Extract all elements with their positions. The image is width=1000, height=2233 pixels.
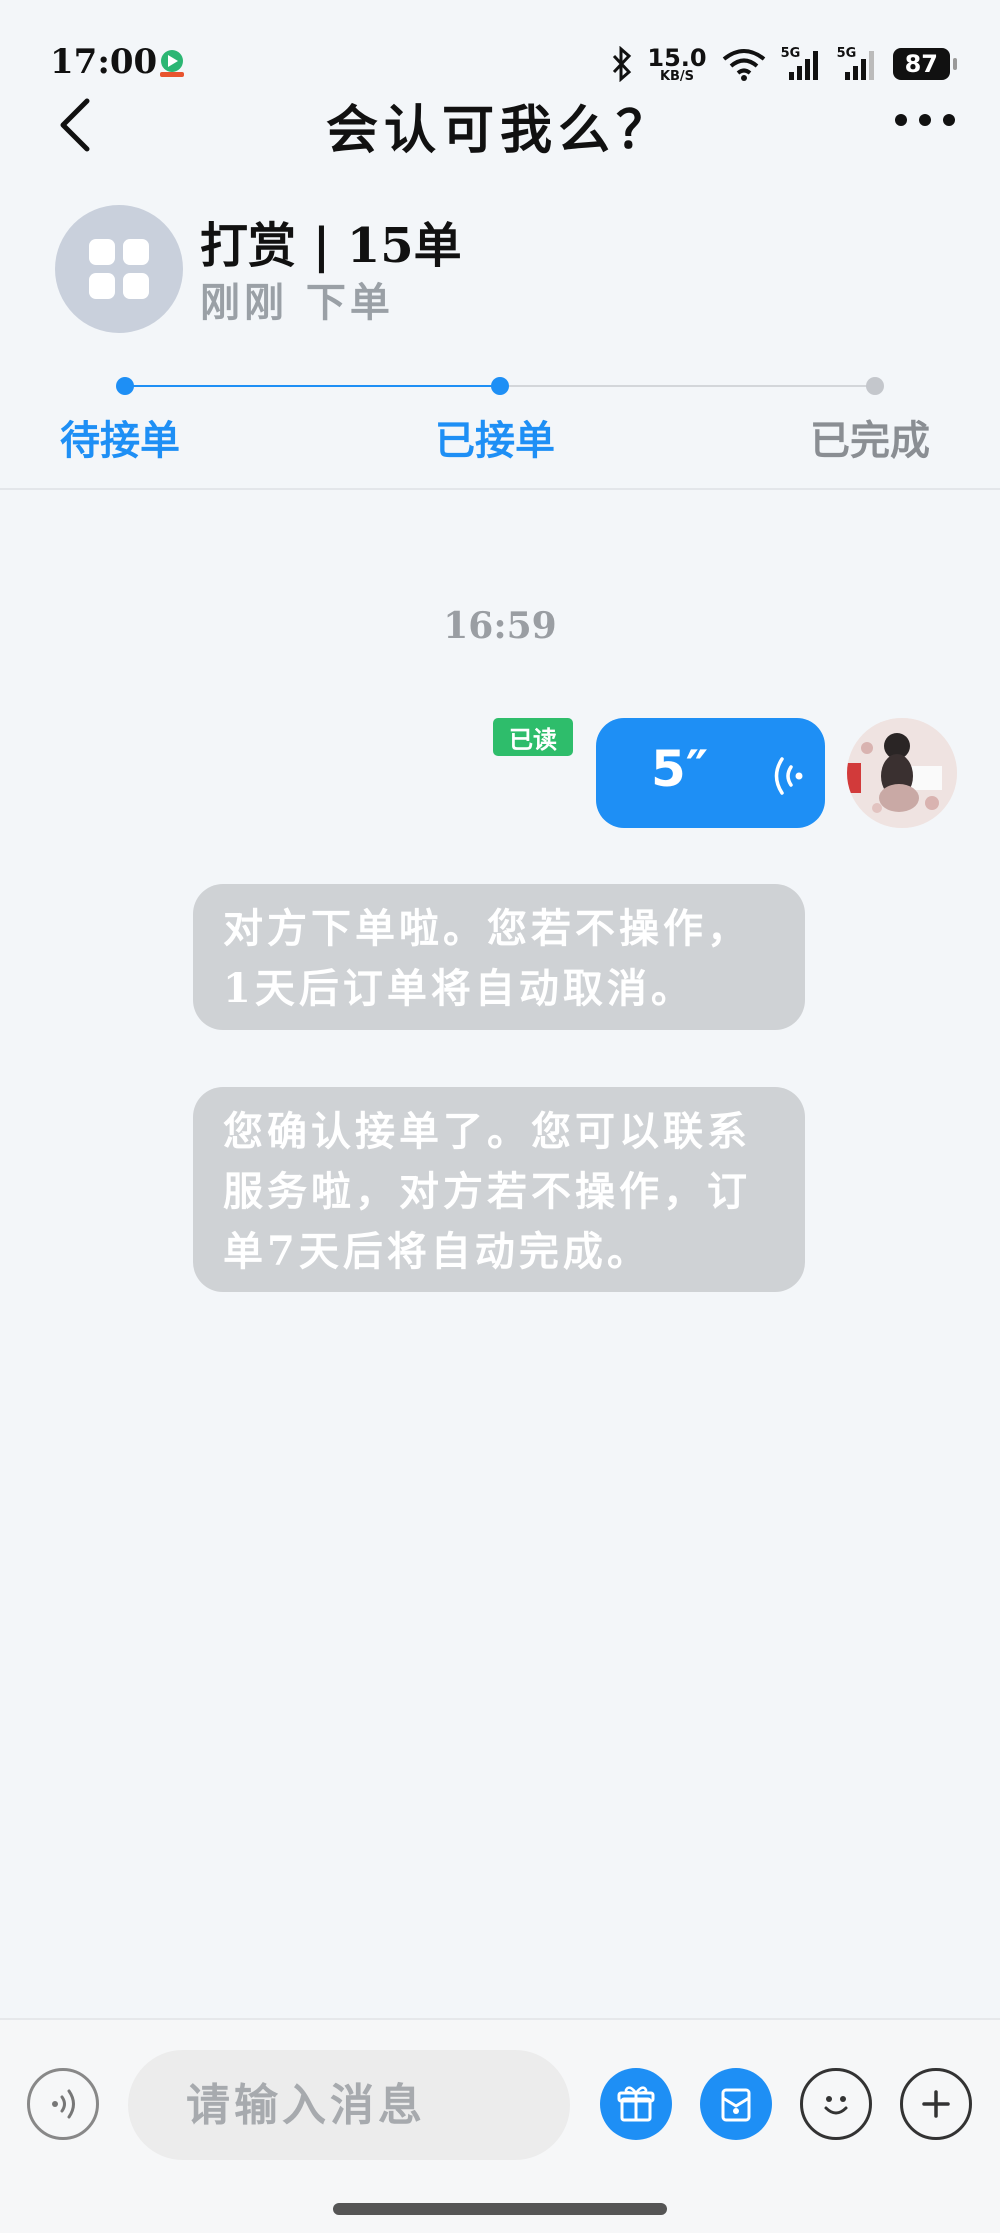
net-speed-value: 15.0 <box>647 43 707 72</box>
voice-duration: 5″ <box>651 740 709 798</box>
order-title: 打赏 | 15单 <box>200 218 462 274</box>
home-indicator[interactable] <box>333 2203 667 2215</box>
gift-icon[interactable] <box>600 2068 672 2140</box>
battery-icon: 87 <box>892 48 958 80</box>
step-completed: 已完成 <box>810 417 930 464</box>
message-timestamp: 16:59 <box>443 605 557 647</box>
status-right: 15.0 KB/S 5G 5G 87 <box>611 44 958 84</box>
system-message-1-line-1: 对方下单啦。您若不操作， <box>223 905 751 952</box>
voice-icon[interactable] <box>27 2068 99 2140</box>
system-message-2-line-1: 您确认接单了。您可以联系 <box>223 1108 751 1155</box>
user-avatar[interactable] <box>847 718 957 828</box>
wifi-icon <box>722 49 765 81</box>
bluetooth-icon <box>613 46 632 82</box>
plus-icon[interactable] <box>900 2068 972 2140</box>
signal-icon-2: 5G <box>837 46 879 82</box>
app-notification-icon <box>160 50 184 77</box>
coupon-icon[interactable] <box>700 2068 772 2140</box>
status-time: 17:00 <box>50 42 158 82</box>
more-options-icon[interactable] <box>895 110 955 130</box>
system-message-2-line-3: 单7天后将自动完成。 <box>223 1228 651 1275</box>
emoji-icon[interactable] <box>800 2068 872 2140</box>
voice-message-bubble[interactable]: 5″ <box>596 718 825 828</box>
progress-dot-3 <box>866 377 884 395</box>
system-message-2-line-2: 服务啦，对方若不操作，订 <box>223 1168 751 1215</box>
read-badge: 已读 <box>493 718 573 756</box>
net-speed: 15.0 KB/S <box>647 46 706 83</box>
step-accepted: 已接单 <box>435 417 555 464</box>
app-grid-icon <box>55 205 183 333</box>
progress-track-done <box>125 385 500 387</box>
system-message-1-line-2: 1天后订单将自动取消。 <box>223 965 695 1012</box>
progress-dot-2 <box>491 377 509 395</box>
header-divider <box>0 488 1000 490</box>
signal-icon-1: 5G <box>781 46 823 82</box>
system-message-2: 您确认接单了。您可以联系 服务啦，对方若不操作，订 单7天后将自动完成。 <box>193 1087 805 1292</box>
page-title: 会认可我么？ <box>325 100 674 161</box>
system-message-1: 对方下单啦。您若不操作， 1天后订单将自动取消。 <box>193 884 805 1030</box>
voice-wave-icon <box>774 757 803 795</box>
net-speed-unit: KB/S <box>659 68 695 84</box>
step-pending-accept: 待接单 <box>60 417 180 464</box>
order-subtitle: 刚刚 下单 <box>200 279 394 326</box>
progress-dot-1 <box>116 377 134 395</box>
progress-track-pending <box>500 385 875 387</box>
message-input[interactable] <box>128 2050 570 2160</box>
